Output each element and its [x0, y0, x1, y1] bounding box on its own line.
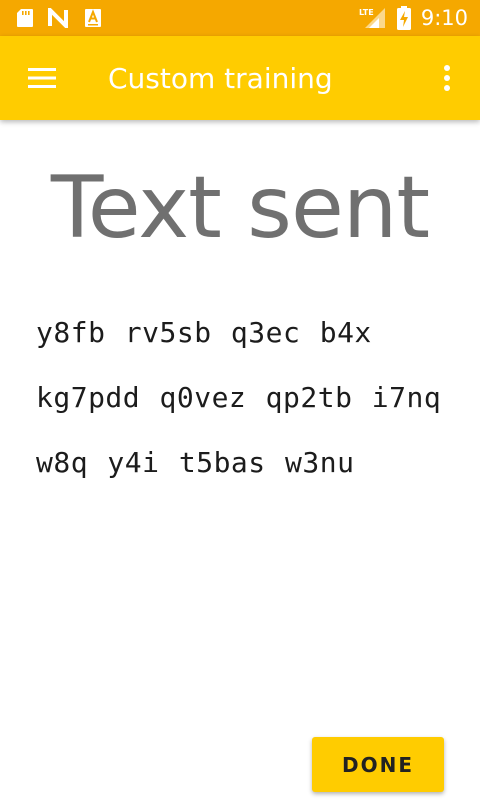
app-title: Custom training	[108, 61, 333, 95]
more-vert-icon[interactable]	[432, 57, 462, 99]
status-bar: LTE 9:10	[0, 0, 480, 36]
done-button[interactable]: DONE	[312, 737, 444, 792]
lte-signal-icon: LTE	[359, 6, 387, 30]
system-icons: LTE 9:10	[359, 6, 480, 30]
sd-card-icon	[16, 8, 34, 28]
notification-icons	[0, 8, 102, 28]
page-heading: Text sent	[50, 158, 430, 258]
status-clock: 9:10	[420, 6, 468, 30]
battery-charging-icon	[396, 6, 411, 30]
app-notification-icon	[84, 8, 102, 28]
sent-text-body: y8fb rv5sb q3ec b4x kg7pdd q0vez qp2tb i…	[36, 316, 442, 479]
app-bar: Custom training	[0, 36, 480, 120]
n-notification-icon	[48, 8, 70, 28]
hamburger-menu-icon[interactable]	[21, 57, 63, 99]
lte-label: LTE	[359, 8, 374, 17]
